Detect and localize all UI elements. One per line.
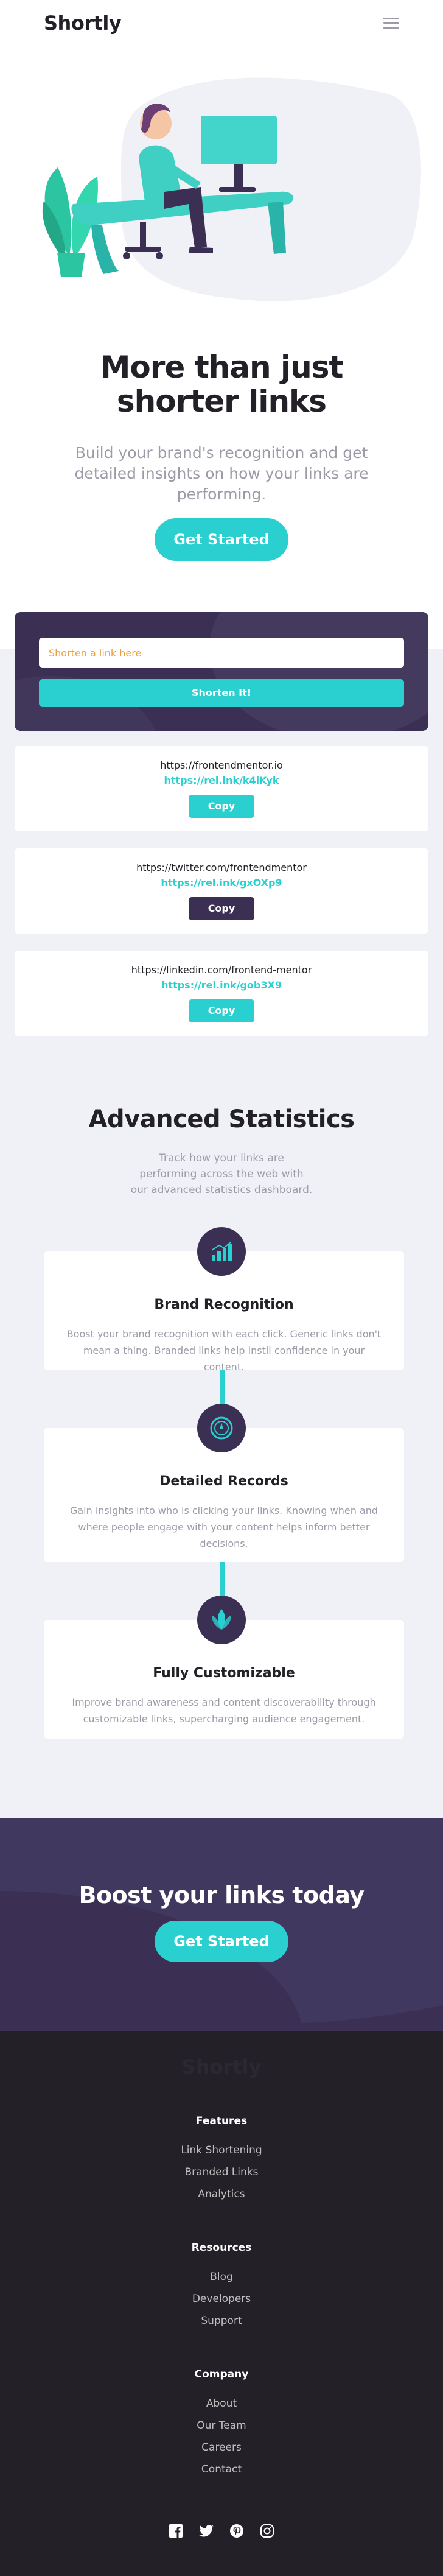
statistics-title: Advanced Statistics	[88, 1105, 355, 1133]
statistics-subtitle: Track how your links are performing acro…	[130, 1152, 313, 1196]
footer-column-title: Features	[195, 2115, 248, 2127]
footer-column-company: Company About Our Team Careers Contact	[0, 2368, 443, 2480]
pinterest-icon[interactable]	[229, 2523, 245, 2539]
stat-card-text: Improve brand awareness and content disc…	[72, 1697, 376, 1725]
footer-logo[interactable]: Shortly	[0, 2055, 443, 2078]
footer-link[interactable]: Analytics	[0, 2183, 443, 2205]
site-header: Shortly	[0, 0, 443, 46]
stat-card-title: Fully Customizable	[153, 1666, 295, 1681]
site-footer: Shortly Features Link Shortening Branded…	[0, 2031, 443, 2576]
footer-link[interactable]: Contact	[0, 2458, 443, 2480]
hero-title: More than just shorter links	[100, 350, 344, 419]
footer-column-title: Company	[194, 2368, 249, 2381]
hero-section: More than just shorter links Build your …	[0, 350, 443, 561]
boost-get-started-button[interactable]: Get Started	[155, 1921, 288, 1962]
chart-icon	[197, 1227, 246, 1276]
footer-link[interactable]: Developers	[0, 2288, 443, 2310]
statistics-header: Advanced Statistics Track how your links…	[0, 1105, 443, 1198]
footer-link[interactable]: Link Shortening	[0, 2139, 443, 2161]
link-result-card: https://linkedin.com/frontend-mentor htt…	[15, 951, 428, 1036]
page: Shortly More than just shorter links Bui…	[0, 0, 443, 2576]
footer-column-features: Features Link Shortening Branded Links A…	[0, 2115, 443, 2205]
stat-card-title: Brand Recognition	[154, 1297, 294, 1312]
boost-section: Boost your links today Get Started	[0, 1818, 443, 2031]
copy-button[interactable]: Copy	[189, 795, 254, 818]
link-result-card: https://twitter.com/frontendmentor https…	[15, 848, 428, 934]
footer-column-title: Resources	[191, 2242, 252, 2254]
link-result-card: https://frontendmentor.io https://rel.in…	[15, 746, 428, 831]
boost-title: Boost your links today	[78, 1882, 365, 1909]
shorten-form: Shorten It!	[15, 612, 428, 731]
instagram-icon[interactable]	[259, 2523, 275, 2539]
shorten-input[interactable]	[39, 638, 404, 668]
original-url: https://frontendmentor.io	[160, 759, 283, 771]
hero-illustration	[42, 77, 421, 301]
short-url[interactable]: https://rel.ink/k4lKyk	[15, 775, 428, 786]
social-links	[0, 2523, 443, 2539]
gauge-icon	[197, 1404, 246, 1452]
stat-card-title: Detailed Records	[159, 1474, 288, 1489]
short-url[interactable]: https://rel.ink/gxOXp9	[15, 877, 428, 889]
menu-icon[interactable]	[383, 17, 399, 29]
logo[interactable]: Shortly	[44, 12, 122, 35]
footer-link[interactable]: Branded Links	[0, 2161, 443, 2183]
copy-button[interactable]: Copy	[189, 999, 254, 1022]
brush-icon	[197, 1596, 246, 1644]
original-url: https://twitter.com/frontendmentor	[136, 862, 307, 873]
footer-link[interactable]: Our Team	[0, 2415, 443, 2437]
copy-button[interactable]: Copy	[189, 897, 254, 920]
short-url[interactable]: https://rel.ink/gob3X9	[15, 979, 428, 991]
original-url: https://linkedin.com/frontend-mentor	[131, 964, 312, 976]
get-started-button[interactable]: Get Started	[155, 518, 288, 561]
footer-link[interactable]: Blog	[0, 2266, 443, 2288]
footer-column-resources: Resources Blog Developers Support	[0, 2242, 443, 2332]
footer-link[interactable]: About	[0, 2393, 443, 2415]
hero-subtitle: Build your brand's recognition and get d…	[74, 444, 369, 503]
stat-card-text: Boost your brand recognition with each c…	[66, 1328, 382, 1373]
footer-link[interactable]: Support	[0, 2310, 443, 2332]
facebook-icon[interactable]	[168, 2523, 184, 2539]
shorten-button[interactable]: Shorten It!	[39, 679, 404, 707]
twitter-icon[interactable]	[198, 2523, 214, 2539]
footer-link[interactable]: Careers	[0, 2437, 443, 2458]
stat-card-text: Gain insights into who is clicking your …	[69, 1505, 378, 1549]
